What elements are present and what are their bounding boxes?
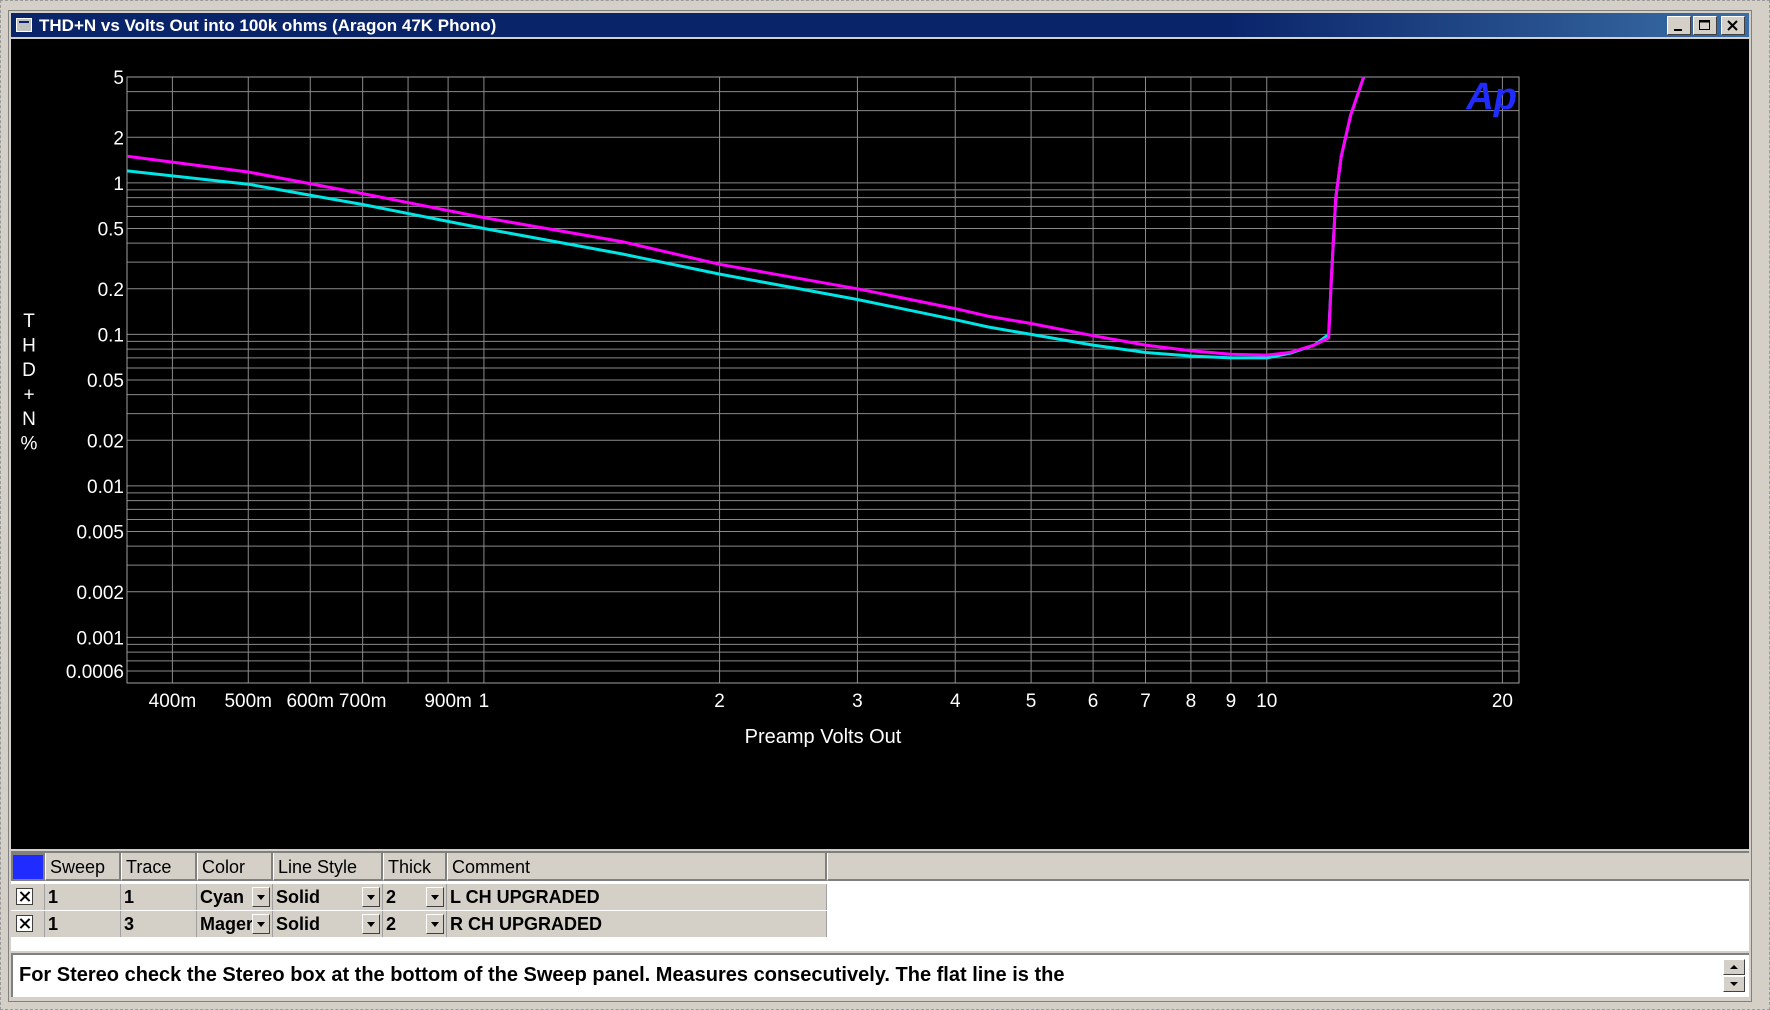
line-style-select[interactable]: Solid	[273, 884, 383, 910]
line-style-select-value: Solid	[276, 914, 320, 934]
x-tick-label: 8	[1186, 691, 1197, 712]
y-tick-label: 2	[113, 128, 124, 149]
header-filler	[827, 853, 1749, 881]
trace-enabled-checkbox[interactable]	[11, 884, 45, 910]
select-all-cell[interactable]	[11, 853, 45, 881]
y-tick-label: 0.0006	[66, 662, 124, 683]
line-style-select-value: Solid	[276, 887, 320, 907]
y-tick-label: 5	[113, 68, 124, 89]
comment-scroll-spinner[interactable]	[1723, 959, 1745, 993]
x-tick-label: 500m	[224, 691, 272, 712]
y-tick-label: 0.5	[98, 220, 124, 241]
x-tick-label: 6	[1088, 691, 1099, 712]
y-axis-label-text: T H D + N%	[21, 311, 38, 455]
color-select-value: Cyan	[200, 887, 245, 907]
thd-chart: 5 2 1 0.5 0.2 0.1 0.05 0.02 0.01 0.005 0.002 0.001 0…	[21, 68, 1520, 748]
grid	[127, 76, 1519, 684]
y-tick-label: 0.02	[87, 431, 124, 452]
x-tick-label: 400m	[149, 691, 197, 712]
header-comment[interactable]: Comment	[447, 853, 827, 881]
line-style-select[interactable]: Solid	[273, 911, 383, 937]
header-line-style[interactable]: Line Style	[273, 853, 383, 881]
maximize-icon	[1699, 20, 1710, 30]
window-menu-icon[interactable]	[16, 18, 32, 32]
close-button[interactable]	[1721, 16, 1745, 35]
close-icon	[1727, 20, 1738, 31]
cell-comment[interactable]: L CH UPGRADED	[447, 884, 827, 910]
scroll-down-icon[interactable]	[1723, 976, 1745, 992]
header-color[interactable]: Color	[197, 853, 273, 881]
y-tick-label: 0.005	[76, 523, 124, 544]
thick-select-value: 2	[386, 887, 397, 907]
trace-legend-table: Sweep Trace Color Line Style Thick Comme…	[11, 851, 1749, 951]
x-tick-label: 5	[1026, 691, 1037, 712]
window-title: THD+N vs Volts Out into 100k ohms (Arago…	[39, 16, 497, 35]
y-tick-label: 1	[113, 174, 124, 195]
header-sweep[interactable]: Sweep	[45, 853, 121, 881]
dropdown-arrow-icon[interactable]	[252, 887, 270, 907]
x-tick-label: 20	[1492, 691, 1513, 712]
ap-logo: Ap	[1465, 76, 1517, 118]
plot-area: 5 2 1 0.5 0.2 0.1 0.05 0.02 0.01 0.005 0.002 0.001 0…	[11, 39, 1749, 849]
y-axis-label: T H D + N%	[21, 311, 38, 455]
scroll-up-icon[interactable]	[1723, 959, 1745, 975]
cell-trace[interactable]: 3	[121, 911, 197, 937]
minimize-button[interactable]	[1667, 16, 1691, 35]
x-tick-label: 900m	[424, 691, 472, 712]
x-tick-label: 600m	[286, 691, 334, 712]
graph-window: THD+N vs Volts Out into 100k ohms (Arago…	[8, 10, 1752, 1002]
color-select-value: Mager	[200, 914, 254, 934]
x-tick-label: 7	[1140, 691, 1151, 712]
trace-enabled-checkbox[interactable]	[11, 911, 45, 937]
cell-sweep[interactable]: 1	[45, 911, 121, 937]
dropdown-arrow-icon[interactable]	[426, 887, 444, 907]
dropdown-arrow-icon[interactable]	[362, 887, 380, 907]
cell-sweep[interactable]: 1	[45, 884, 121, 910]
title-bar[interactable]: THD+N vs Volts Out into 100k ohms (Arago…	[11, 13, 1749, 37]
x-tick-label: 3	[852, 691, 863, 712]
x-tick-label: 1	[479, 691, 490, 712]
table-row[interactable]: 1 1 Cyan Solid 2 L CH UPGRADED	[11, 884, 827, 912]
dropdown-arrow-icon[interactable]	[426, 914, 444, 934]
x-tick-label: 2	[714, 691, 725, 712]
series-layer	[126, 76, 1366, 360]
thick-select[interactable]: 2	[383, 911, 447, 937]
series-line-cyan	[126, 76, 1366, 360]
y-tick-labels: 5 2 1 0.5 0.2 0.1 0.05 0.02 0.01 0.005 0.002 0.001 0…	[66, 68, 124, 683]
cell-comment[interactable]: R CH UPGRADED	[447, 911, 827, 937]
x-tick-label: 700m	[339, 691, 387, 712]
header-thick[interactable]: Thick	[383, 853, 447, 881]
color-select[interactable]: Cyan	[197, 884, 273, 910]
checkmark-icon	[16, 915, 33, 932]
x-tick-label: 10	[1256, 691, 1277, 712]
table-row[interactable]: 1 3 Mager Solid 2 R CH UPGRADED	[11, 911, 827, 939]
y-tick-label: 0.1	[98, 325, 124, 346]
x-tick-labels: 400m 500m 600m 700m 900m 1 2 3 4 5 6 7 8 9 10 20	[149, 691, 1513, 712]
header-trace[interactable]: Trace	[121, 853, 197, 881]
y-tick-label: 0.2	[98, 280, 124, 301]
y-tick-label: 0.001	[76, 628, 124, 649]
thick-select[interactable]: 2	[383, 884, 447, 910]
dropdown-arrow-icon[interactable]	[252, 914, 270, 934]
y-tick-label: 0.002	[76, 583, 124, 604]
y-tick-label: 0.01	[87, 477, 124, 498]
y-tick-label: 0.05	[87, 371, 124, 392]
x-tick-label: 4	[950, 691, 961, 712]
dropdown-arrow-icon[interactable]	[362, 914, 380, 934]
thick-select-value: 2	[386, 914, 397, 934]
cell-trace[interactable]: 1	[121, 884, 197, 910]
comment-text: For Stereo check the Stereo box at the b…	[19, 964, 1065, 986]
comment-text-box[interactable]: For Stereo check the Stereo box at the b…	[11, 953, 1749, 997]
legend-header-row: Sweep Trace Color Line Style Thick Comme…	[11, 853, 1749, 881]
minimize-icon	[1674, 29, 1682, 31]
checkmark-icon	[16, 888, 33, 905]
maximize-button[interactable]	[1693, 16, 1717, 35]
x-axis-label: Preamp Volts Out	[745, 726, 902, 748]
color-select[interactable]: Mager	[197, 911, 273, 937]
x-tick-label: 9	[1226, 691, 1237, 712]
